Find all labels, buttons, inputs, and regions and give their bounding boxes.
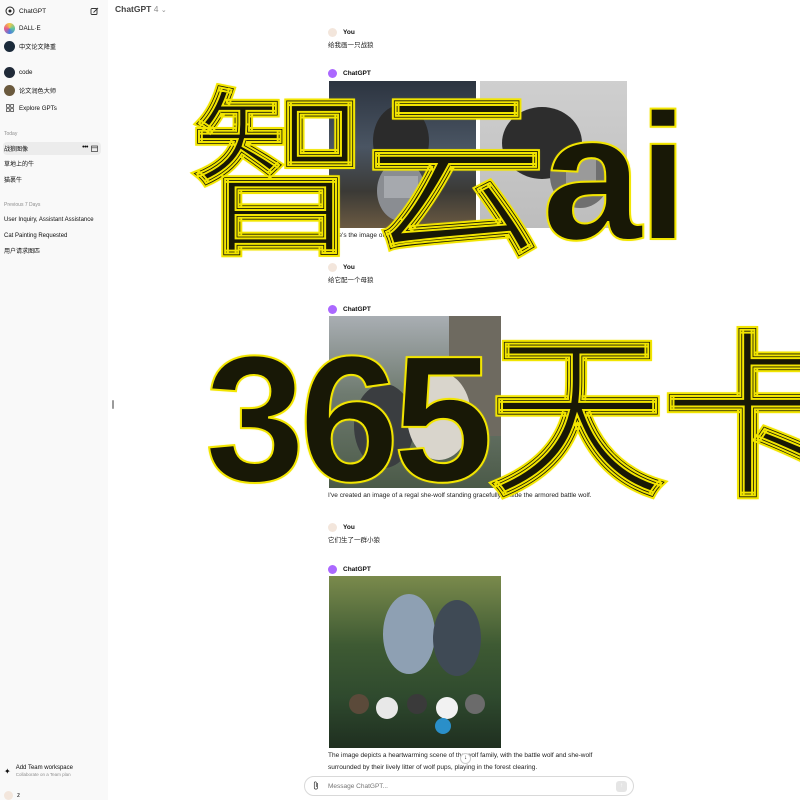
message-text: 它们生了一群小狼 (328, 537, 380, 544)
more-options-icon[interactable]: ••• (82, 144, 88, 151)
message-text: 给我画一只战狼 (328, 42, 374, 49)
chatgpt-avatar (328, 305, 337, 314)
gpt-avatar-icon (4, 66, 15, 78)
new-chat-row[interactable]: ChatGPT (4, 5, 46, 17)
chat-item[interactable]: 战狼图像 ••• (3, 142, 101, 155)
gpt-item-code[interactable]: code (4, 66, 32, 78)
app-name: ChatGPT (19, 7, 47, 15)
add-team-workspace[interactable]: ✦ Add Team workspace Collaborate on a Te… (4, 765, 73, 777)
dalle-icon (4, 22, 15, 34)
sparkle-icon: ✦ (4, 767, 11, 776)
chat-item[interactable]: User Inquiry, Assistant Assistance (3, 213, 101, 226)
gpt-item-paper-rewrite[interactable]: 中文论文降重 (4, 40, 56, 52)
chat-item-label: Cat Painting Requested (4, 232, 68, 239)
message-text: surrounded by their lively litter of wol… (328, 764, 538, 771)
model-version: 4 (153, 4, 159, 14)
avatar (4, 790, 13, 800)
message-author: You (328, 523, 355, 532)
team-title: Add Team workspace (15, 765, 73, 771)
section-previous-7-days: Previous 7 Days (4, 202, 41, 208)
message-input[interactable] (326, 781, 616, 791)
user-avatar (328, 28, 337, 37)
user-name: z (17, 791, 21, 799)
gpt-item-label: 论文润色大师 (19, 87, 57, 95)
user-avatar (328, 523, 337, 532)
generated-image-wolf-family[interactable] (329, 576, 501, 748)
explore-gpts[interactable]: Explore GPTs (4, 102, 57, 114)
archive-icon[interactable] (91, 145, 98, 154)
overlay-text-line2: 365天卡 (204, 319, 800, 520)
chatgpt-avatar (328, 565, 337, 574)
gpt-item-label: code (19, 68, 33, 76)
message-author: ChatGPT (328, 565, 371, 574)
sidebar: ChatGPT DALL·E 中文论文降重 code 论文润色大师 Explor… (0, 0, 108, 800)
chat-item-label: User Inquiry, Assistant Assistance (4, 216, 94, 223)
chat-item-label: 战狼图像 (4, 147, 29, 153)
paperclip-icon[interactable] (313, 777, 319, 795)
model-selector[interactable]: ChatGPT 4 ⌄ (115, 4, 167, 14)
gpt-item-dalle[interactable]: DALL·E (4, 22, 41, 34)
scroll-down-icon[interactable]: ↓ (460, 753, 471, 764)
model-name: ChatGPT (115, 4, 152, 14)
chat-item-label: 猫裹牛 (4, 178, 23, 184)
chat-item[interactable]: 用户请求图匹 (3, 244, 101, 257)
chat-item-label: 草地上的牛 (4, 162, 35, 168)
user-menu[interactable]: z (4, 789, 20, 801)
message-author: You (328, 28, 355, 37)
chat-item[interactable]: 草地上的牛 (3, 157, 101, 170)
grid-icon (4, 103, 15, 114)
gpt-item-label: DALL·E (19, 24, 41, 32)
chat-item-label: 用户请求图匹 (4, 249, 41, 255)
gpt-avatar-icon (4, 84, 15, 96)
sidebar-toggle-handle[interactable] (112, 400, 114, 409)
gpt-item-label: 中文论文降重 (19, 43, 57, 51)
message-author: ChatGPT (328, 305, 371, 314)
team-subtitle: Collaborate on a Team plan (15, 772, 71, 777)
message-composer[interactable]: ↑ (304, 776, 634, 796)
chat-item[interactable]: Cat Painting Requested (3, 229, 101, 242)
gpt-item-paper-polish[interactable]: 论文润色大师 (4, 84, 56, 96)
new-chat-icon[interactable] (90, 7, 99, 18)
chatgpt-logo-icon (4, 6, 15, 17)
overlay-text-line1: 智云ai (189, 77, 689, 278)
send-button[interactable]: ↑ (616, 780, 627, 792)
chat-item[interactable]: 猫裹牛 (3, 173, 101, 186)
explore-gpts-label: Explore GPTs (19, 104, 57, 112)
section-today: Today (4, 131, 18, 137)
chevron-down-icon: ⌄ (160, 7, 167, 14)
gpt-avatar-icon (4, 40, 15, 52)
